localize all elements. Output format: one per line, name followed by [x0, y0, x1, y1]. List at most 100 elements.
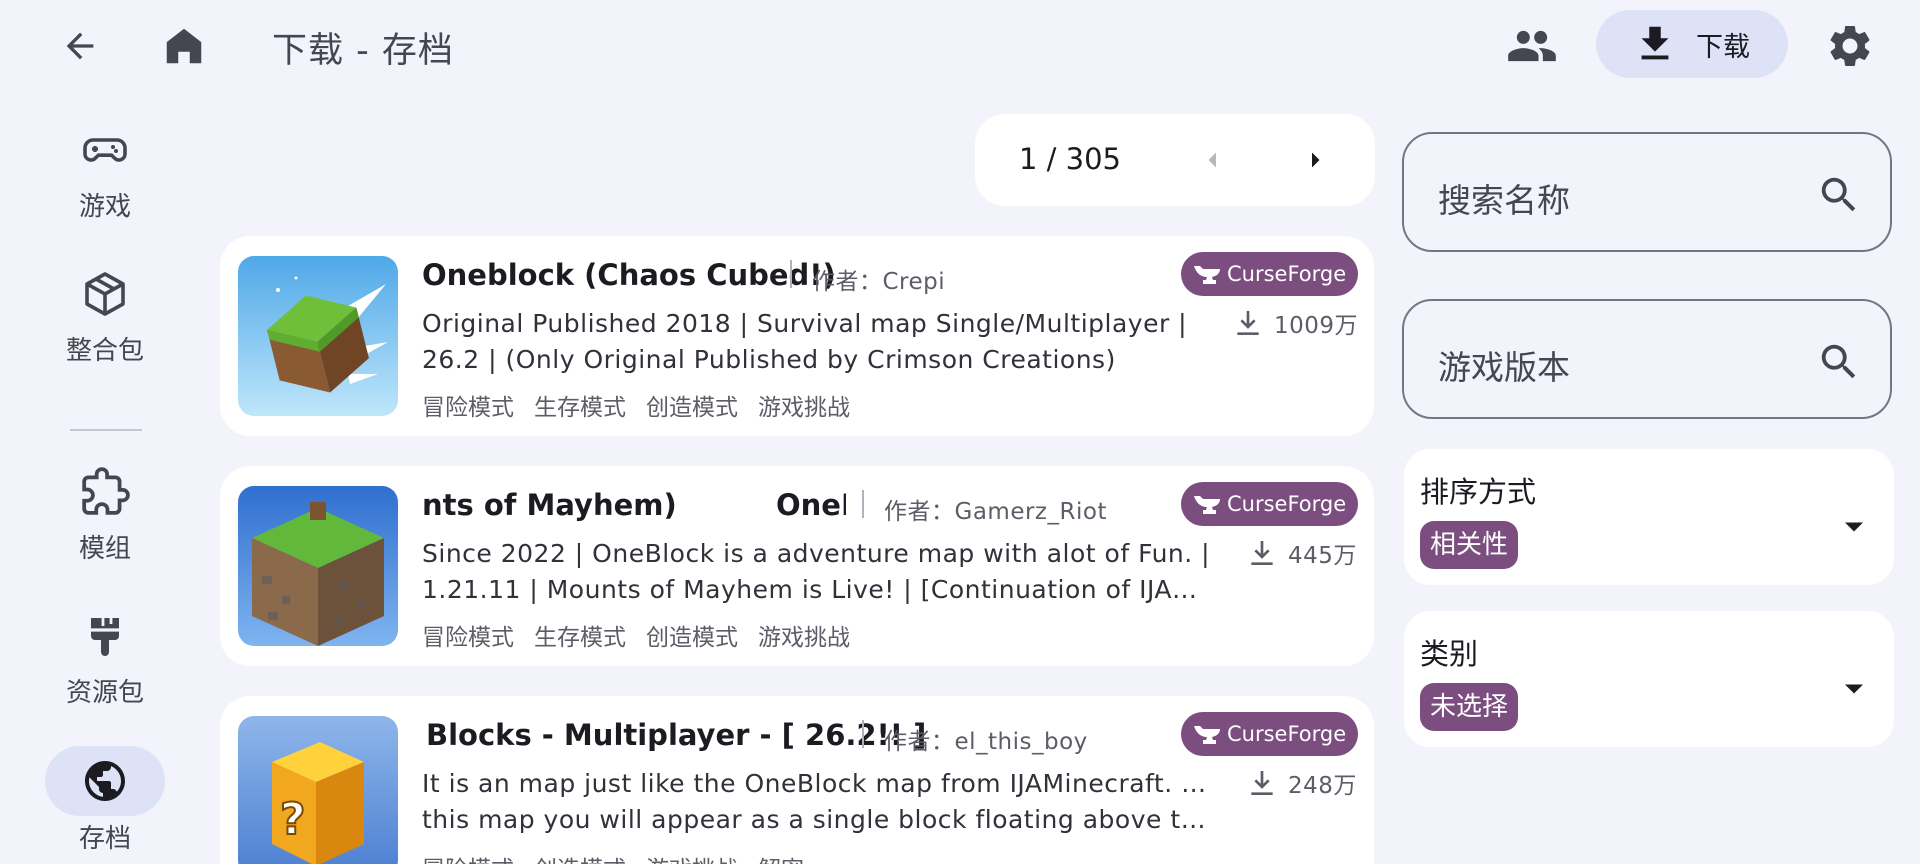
- tag: 创造模式: [534, 850, 626, 864]
- project-description: Original Published 2018 | Survival map S…: [422, 306, 1212, 378]
- search-name-placeholder: 搜索名称: [1438, 181, 1570, 220]
- accounts-button[interactable]: [1504, 18, 1560, 74]
- anvil-icon: [1194, 266, 1220, 284]
- anvil-icon: [1194, 726, 1220, 744]
- nav-label-modpack: 整合包: [65, 336, 144, 366]
- download-icon: [1641, 26, 1669, 60]
- download-tab-label: 下载: [1696, 31, 1750, 63]
- anvil-icon: [1194, 496, 1220, 514]
- dropdown-arrow-icon: [1845, 522, 1863, 532]
- home-icon: [166, 28, 202, 64]
- project-title-left: nts of Mayhem): [422, 488, 677, 522]
- svg-text:?: ?: [280, 794, 306, 845]
- description-line: Original Published 2018 | Survival map S…: [422, 309, 1188, 338]
- arrow-left-icon: [66, 32, 94, 60]
- tag: 生存模式: [534, 395, 626, 421]
- tag: 游戏挑战: [758, 395, 850, 421]
- project-author: 作者：el_this_boy: [884, 729, 1088, 755]
- description-line: this map you will appear as a single blo…: [422, 805, 1212, 834]
- title-separator: [862, 490, 864, 518]
- source-badge-label: CurseForge: [1227, 262, 1347, 286]
- project-description: Since 2022 | OneBlock is a adventure map…: [422, 536, 1212, 608]
- game-version-placeholder: 游戏版本: [1438, 348, 1570, 387]
- globe-icon: [85, 761, 125, 801]
- project-title: Blocks - Multiplayer - [ 26.2!! ]: [426, 718, 927, 752]
- package-icon: [85, 272, 125, 316]
- project-title: Oneblock (Chaos Cubed!): [422, 258, 836, 292]
- project-author: 作者：Gamerz_Riot: [884, 499, 1107, 525]
- result-card[interactable]: nts of Mayhem) OneB 作者：Gamerz_Riot Curse…: [220, 466, 1374, 666]
- search-icon: [1821, 344, 1856, 379]
- nav-label-resourcepack: 资源包: [65, 678, 144, 708]
- search-icon: [1821, 177, 1856, 212]
- settings-button[interactable]: [1822, 18, 1878, 74]
- project-thumbnail: [238, 256, 398, 416]
- result-card[interactable]: Oneblock (Chaos Cubed!) 作者：Crepi CurseFo…: [220, 236, 1374, 436]
- source-badge-curseforge: CurseForge: [1181, 712, 1358, 756]
- description-line: It is an map just like the OneBlock map …: [422, 769, 1212, 798]
- sort-dropdown-button[interactable]: [1836, 509, 1872, 545]
- nav-item-modpack[interactable]: 整合包: [40, 266, 170, 367]
- download-tab-button[interactable]: 下载: [1596, 10, 1788, 78]
- download-count: 1009万: [1232, 306, 1358, 340]
- game-version-field[interactable]: 游戏版本: [1402, 299, 1892, 419]
- title-separator: [790, 260, 792, 288]
- sort-value-chip: 相关性: [1420, 521, 1519, 569]
- tag: 游戏挑战: [646, 850, 738, 864]
- next-page-button[interactable]: [1297, 142, 1333, 178]
- gamepad-icon: [83, 138, 127, 162]
- result-card[interactable]: ? Blocks - Multiplayer - [ 26.2!! ] 作者：e…: [220, 696, 1374, 864]
- download-count: 445万: [1246, 536, 1357, 570]
- description-line: 26.2 | (Only Original Published by Crims…: [422, 345, 1116, 374]
- description-line: 1.21.11 | Mounts of Mayhem is Live! | [C…: [422, 575, 1212, 604]
- tag-list: 冒险模式 生存模式 创造模式 游戏挑战: [422, 388, 850, 422]
- pagination: 1 / 305: [975, 114, 1375, 206]
- paintbrush-icon: [91, 618, 119, 656]
- description-line: Since 2022 | OneBlock is a adventure map…: [422, 539, 1211, 568]
- gear-icon: [1830, 26, 1870, 66]
- tag: 创造模式: [646, 625, 738, 651]
- tag: 解密: [758, 850, 804, 864]
- page-title: 下载 - 存档: [272, 31, 454, 71]
- tag-list: 冒险模式 创造模式 游戏挑战 解密: [422, 850, 804, 864]
- source-badge-label: CurseForge: [1227, 722, 1347, 746]
- back-button[interactable]: [54, 20, 106, 72]
- category-title: 类别: [1420, 637, 1479, 671]
- source-badge-label: CurseForge: [1227, 492, 1347, 516]
- search-name-field[interactable]: 搜索名称: [1402, 132, 1892, 252]
- search-name-button[interactable]: [1816, 172, 1862, 218]
- download-count-icon: [1237, 311, 1259, 335]
- project-title-right: OneB: [776, 488, 846, 522]
- category-dropdown-button[interactable]: [1836, 671, 1872, 707]
- tag: 冒险模式: [422, 395, 514, 421]
- chevron-left-icon: [1208, 152, 1216, 168]
- puzzle-icon: [82, 467, 130, 515]
- nav-item-game[interactable]: 游戏: [40, 122, 170, 223]
- download-count-value: 445万: [1288, 543, 1357, 569]
- download-count-icon: [1251, 541, 1273, 565]
- dropdown-arrow-icon: [1845, 684, 1863, 694]
- nav-divider: [70, 429, 142, 431]
- nav-label-mod: 模组: [78, 534, 131, 564]
- tag: 冒险模式: [422, 625, 514, 651]
- people-icon: [1508, 30, 1556, 62]
- nav-label-game: 游戏: [78, 192, 131, 222]
- project-thumbnail: ?: [238, 716, 398, 864]
- category-selector[interactable]: 类别 未选择: [1404, 611, 1894, 747]
- nav-item-mod[interactable]: 模组: [40, 464, 170, 565]
- nav-item-world[interactable]: 存档: [40, 746, 170, 855]
- nav-label-world: 存档: [78, 824, 131, 854]
- prev-page-button[interactable]: [1195, 142, 1231, 178]
- download-count-value: 1009万: [1274, 313, 1359, 339]
- tag: 冒险模式: [422, 850, 514, 864]
- tag: 生存模式: [534, 625, 626, 651]
- tag-list: 冒险模式 生存模式 创造模式 游戏挑战: [422, 618, 850, 652]
- nav-item-resourcepack[interactable]: 资源包: [40, 608, 170, 709]
- source-badge-curseforge: CurseForge: [1181, 252, 1358, 296]
- tag: 创造模式: [646, 395, 738, 421]
- sort-selector[interactable]: 排序方式 相关性: [1404, 449, 1894, 585]
- game-version-search-button[interactable]: [1816, 339, 1862, 385]
- chevron-right-icon: [1312, 152, 1320, 168]
- project-author: 作者：Crepi: [812, 269, 946, 295]
- home-button[interactable]: [158, 20, 210, 72]
